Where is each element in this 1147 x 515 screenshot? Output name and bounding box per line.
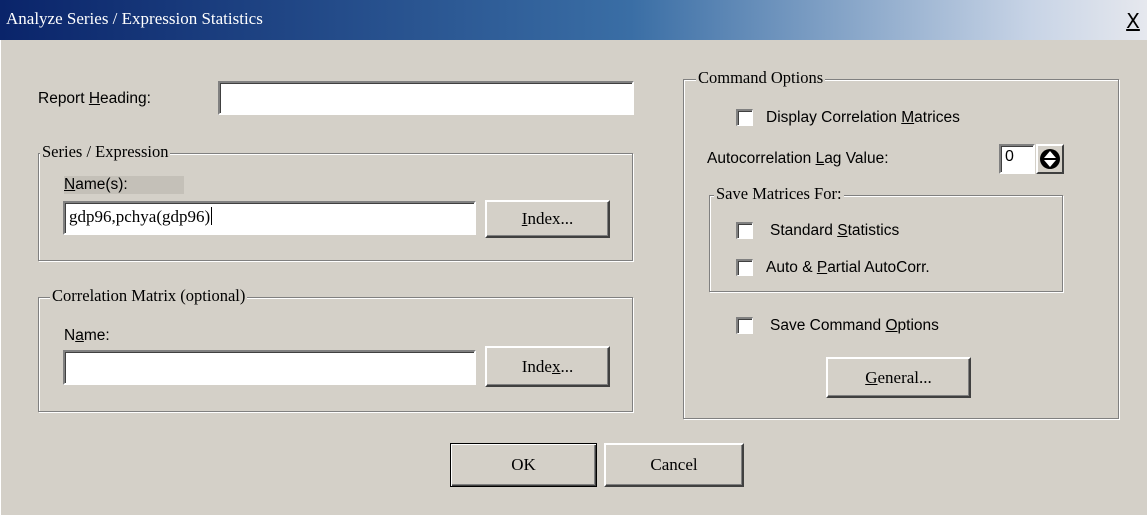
spinner-arrows-icon: [1040, 149, 1060, 169]
corr-index-button[interactable]: Inde x...: [485, 346, 610, 387]
series-index-button[interactable]: Index...: [485, 200, 610, 238]
lag-label: Autocorrelation Lag Value:: [707, 150, 889, 167]
command-options-title: Command Options: [696, 68, 826, 88]
report-heading-label: Report Heading:: [38, 90, 151, 107]
lag-value-input[interactable]: 0: [999, 144, 1035, 174]
series-expression-title: Series / Expression: [40, 142, 171, 162]
window-title: Analyze Series / Expression Statistics: [6, 9, 263, 28]
save-matrices-title: Save Matrices For:: [714, 184, 844, 204]
standard-statistics-checkbox[interactable]: [736, 222, 753, 239]
close-icon[interactable]: X: [1122, 9, 1144, 33]
cancel-button[interactable]: Cancel: [604, 443, 744, 487]
auto-partial-label[interactable]: Auto & Partial AutoCorr.: [766, 259, 930, 277]
dialog-window: Analyze Series / Expression Statistics X…: [0, 0, 1147, 515]
title-bar[interactable]: Analyze Series / Expression Statistics X: [0, 0, 1147, 40]
correlation-matrix-title: Correlation Matrix (optional): [50, 286, 248, 306]
standard-statistics-label[interactable]: Standard Statistics: [770, 222, 899, 240]
corr-name-input[interactable]: [63, 350, 476, 385]
text-caret: [211, 207, 213, 225]
display-correlation-checkbox[interactable]: [736, 109, 753, 126]
names-label: Name(s):: [64, 176, 184, 194]
ok-button[interactable]: OK: [450, 443, 597, 487]
save-matrices-group: [709, 195, 1063, 292]
save-command-options-label[interactable]: Save Command Options: [770, 317, 939, 335]
report-heading-input[interactable]: [218, 81, 634, 115]
display-correlation-label[interactable]: Display Correlation Matrices: [766, 109, 960, 127]
window-border: [0, 40, 1, 515]
general-button[interactable]: General...: [826, 357, 971, 398]
save-command-options-checkbox[interactable]: [736, 317, 753, 334]
names-input[interactable]: gdp96,pchya(gdp96): [63, 201, 476, 235]
corr-name-label: Name:: [64, 327, 110, 344]
lag-spinner[interactable]: [1036, 144, 1064, 174]
auto-partial-checkbox[interactable]: [736, 259, 753, 276]
